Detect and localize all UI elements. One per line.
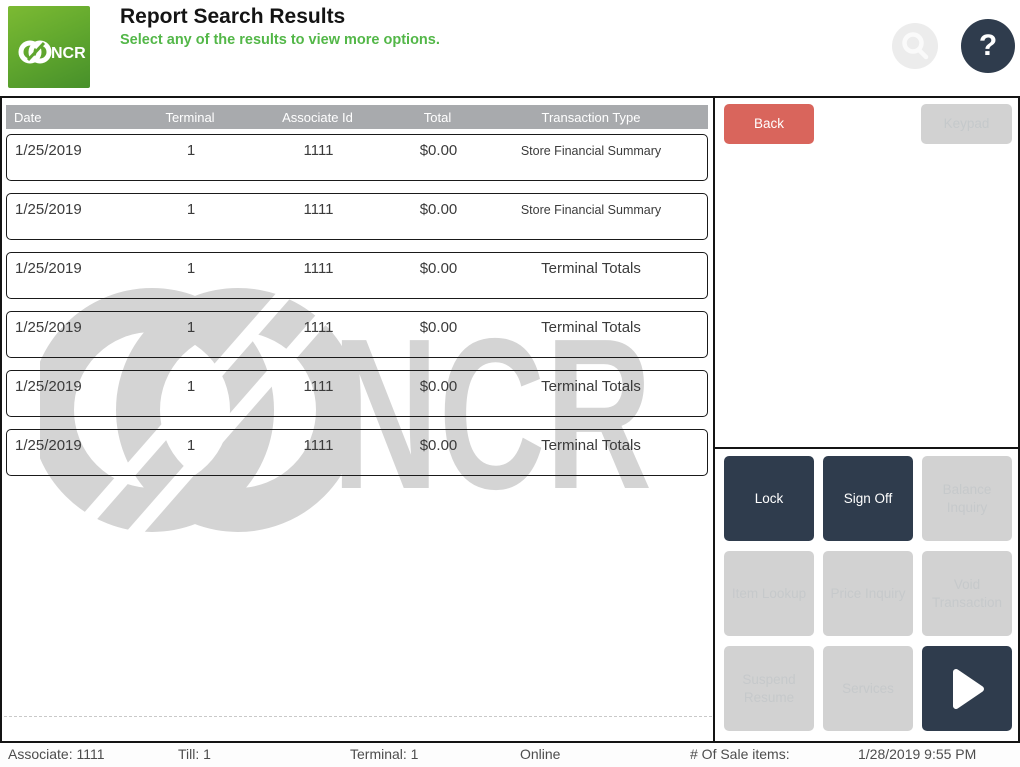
cell-transaction-type: Terminal Totals — [541, 378, 641, 395]
table-row[interactable]: 1/25/2019 1 1111 $0.00 Terminal Totals — [6, 429, 708, 476]
back-button[interactable]: Back — [724, 104, 814, 144]
cell-date: 1/25/2019 — [15, 437, 82, 454]
cell-associate-id: 1111 — [303, 260, 334, 277]
cell-total: $0.00 — [419, 378, 458, 395]
logo-text: NCR — [51, 45, 86, 62]
cell-terminal: 1 — [186, 319, 196, 336]
page-subtitle: Select any of the results to view more o… — [120, 32, 440, 48]
cell-total: $0.00 — [419, 260, 458, 277]
side-panel-divider — [713, 447, 1020, 449]
status-sale-items: # Of Sale items: — [690, 746, 790, 762]
cell-transaction-type: Store Financial Summary — [520, 144, 662, 158]
dotted-separator — [4, 716, 712, 717]
services-button: Services — [823, 646, 913, 731]
status-terminal: Terminal: 1 — [350, 746, 419, 762]
column-header: Transaction Type — [541, 109, 641, 125]
column-header: Date — [14, 109, 42, 125]
cell-date: 1/25/2019 — [15, 260, 82, 277]
cell-terminal: 1 — [186, 201, 196, 218]
cell-date: 1/25/2019 — [15, 201, 82, 218]
cell-associate-id: 1111 — [303, 201, 334, 218]
table-body: 1/25/2019 1 1111 $0.00 Store Financial Summa… — [6, 134, 708, 476]
results-table: Date Terminal Associate Id Total Transaction… — [6, 105, 708, 488]
table-row[interactable]: 1/25/2019 1 1111 $0.00 Terminal Totals — [6, 311, 708, 358]
column-header: Total — [423, 109, 452, 125]
header-divider — [0, 96, 1020, 98]
status-bar: Associate: 1111 Till: 1 Terminal: 1 Onli… — [0, 741, 1020, 767]
cell-transaction-type: Terminal Totals — [541, 319, 641, 336]
cell-transaction-type: Terminal Totals — [541, 437, 641, 454]
cell-associate-id: 1111 — [303, 319, 334, 336]
cell-total: $0.00 — [419, 437, 458, 454]
function-grid: Lock Sign Off Balance Inquiry Item Lookup Pr… — [724, 456, 1012, 731]
column-header: Terminal — [165, 109, 215, 125]
search-button — [892, 23, 938, 69]
cell-total: $0.00 — [419, 142, 458, 159]
page-title: Report Search Results — [120, 5, 346, 28]
help-button[interactable]: ? — [961, 19, 1015, 73]
search-icon — [902, 32, 929, 60]
ncr-logo-icon: NCR — [18, 40, 86, 64]
cell-associate-id: 1111 — [303, 378, 334, 395]
sign-off-button[interactable]: Sign Off — [823, 456, 913, 541]
table-row[interactable]: 1/25/2019 1 1111 $0.00 Terminal Totals — [6, 370, 708, 417]
cell-associate-id: 1111 — [303, 142, 334, 159]
status-connection: Online — [520, 746, 561, 762]
play-arrow-icon — [953, 668, 984, 709]
app-header: NCR Report Search Results Select any of … — [0, 0, 1020, 96]
table-row[interactable]: 1/25/2019 1 1111 $0.00 Store Financial Summa… — [6, 134, 708, 181]
content-panel-divider — [713, 98, 715, 741]
question-mark-icon: ? — [978, 29, 998, 62]
next-page-button[interactable] — [922, 646, 1012, 731]
keypad-button: Keypad — [921, 104, 1012, 144]
cell-terminal: 1 — [186, 142, 196, 159]
cell-total: $0.00 — [419, 201, 458, 218]
table-row[interactable]: 1/25/2019 1 1111 $0.00 Terminal Totals — [6, 252, 708, 299]
table-header-row: Date Terminal Associate Id Total Transaction… — [6, 105, 708, 129]
cell-terminal: 1 — [186, 437, 196, 454]
cell-transaction-type: Terminal Totals — [541, 260, 641, 277]
cell-associate-id: 1111 — [303, 437, 334, 454]
table-row[interactable]: 1/25/2019 1 1111 $0.00 Store Financial Summa… — [6, 193, 708, 240]
item-lookup-button: Item Lookup — [724, 551, 814, 636]
status-datetime: 1/28/2019 9:55 PM — [858, 746, 977, 762]
suspend-resume-button: Suspend Resume — [724, 646, 814, 731]
status-till: Till: 1 — [178, 746, 211, 762]
column-header: Associate Id — [282, 109, 353, 125]
void-transaction-button: Void Transaction — [922, 551, 1012, 636]
left-edge-line — [0, 98, 2, 741]
cell-total: $0.00 — [419, 319, 458, 336]
lock-button[interactable]: Lock — [724, 456, 814, 541]
cell-terminal: 1 — [186, 260, 196, 277]
cell-transaction-type: Store Financial Summary — [520, 203, 662, 217]
balance-inquiry-button: Balance Inquiry — [922, 456, 1012, 541]
cell-date: 1/25/2019 — [15, 142, 82, 159]
cell-date: 1/25/2019 — [15, 378, 82, 395]
cell-terminal: 1 — [186, 378, 196, 395]
price-inquiry-button: Price Inquiry — [823, 551, 913, 636]
ncr-logo: NCR — [8, 6, 90, 88]
cell-date: 1/25/2019 — [15, 319, 82, 336]
status-associate: Associate: 1111 — [8, 746, 105, 762]
